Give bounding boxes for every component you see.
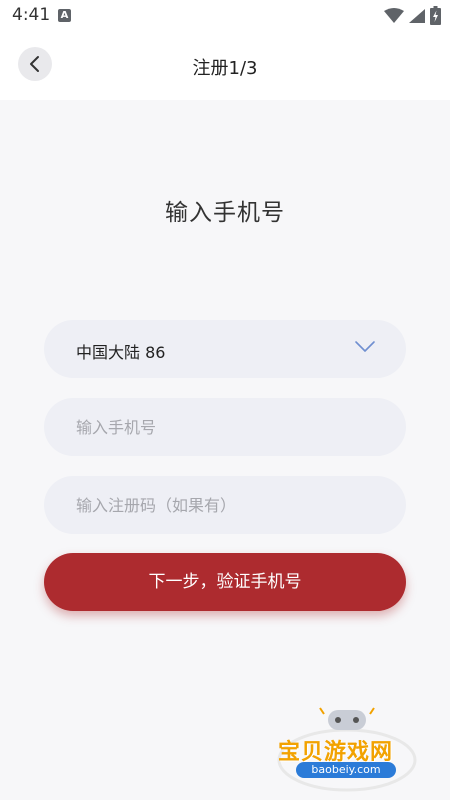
watermark-url: baobeiy.com: [296, 762, 396, 778]
watermark-logo: 宝贝游戏网 baobeiy.com: [272, 700, 422, 792]
next-button[interactable]: 下一步，验证手机号: [44, 553, 406, 611]
status-time: 4:41: [12, 5, 51, 25]
app-header: 注册1/3: [0, 32, 450, 100]
chevron-down-icon: [355, 341, 375, 352]
invite-code-field: [44, 476, 406, 534]
phone-field: [44, 398, 406, 456]
signal-icon: [409, 9, 425, 23]
status-bar: 4:41 A: [0, 0, 450, 32]
screen: 4:41 A 注册1/3 输入手机号 中国大陆 86 输入手机号 输入注册码（如…: [0, 0, 450, 800]
wifi-icon: [384, 8, 404, 23]
region-select[interactable]: 中国大陆 86: [44, 320, 406, 378]
page-heading: 输入手机号: [165, 200, 285, 226]
page-title: 注册1/3: [192, 58, 258, 79]
a-icon: A: [58, 9, 71, 22]
phone-input[interactable]: [44, 398, 406, 456]
battery-icon: [430, 6, 441, 25]
invite-code-input[interactable]: [44, 476, 406, 534]
region-selected-value: 中国大陆 86: [76, 343, 166, 362]
